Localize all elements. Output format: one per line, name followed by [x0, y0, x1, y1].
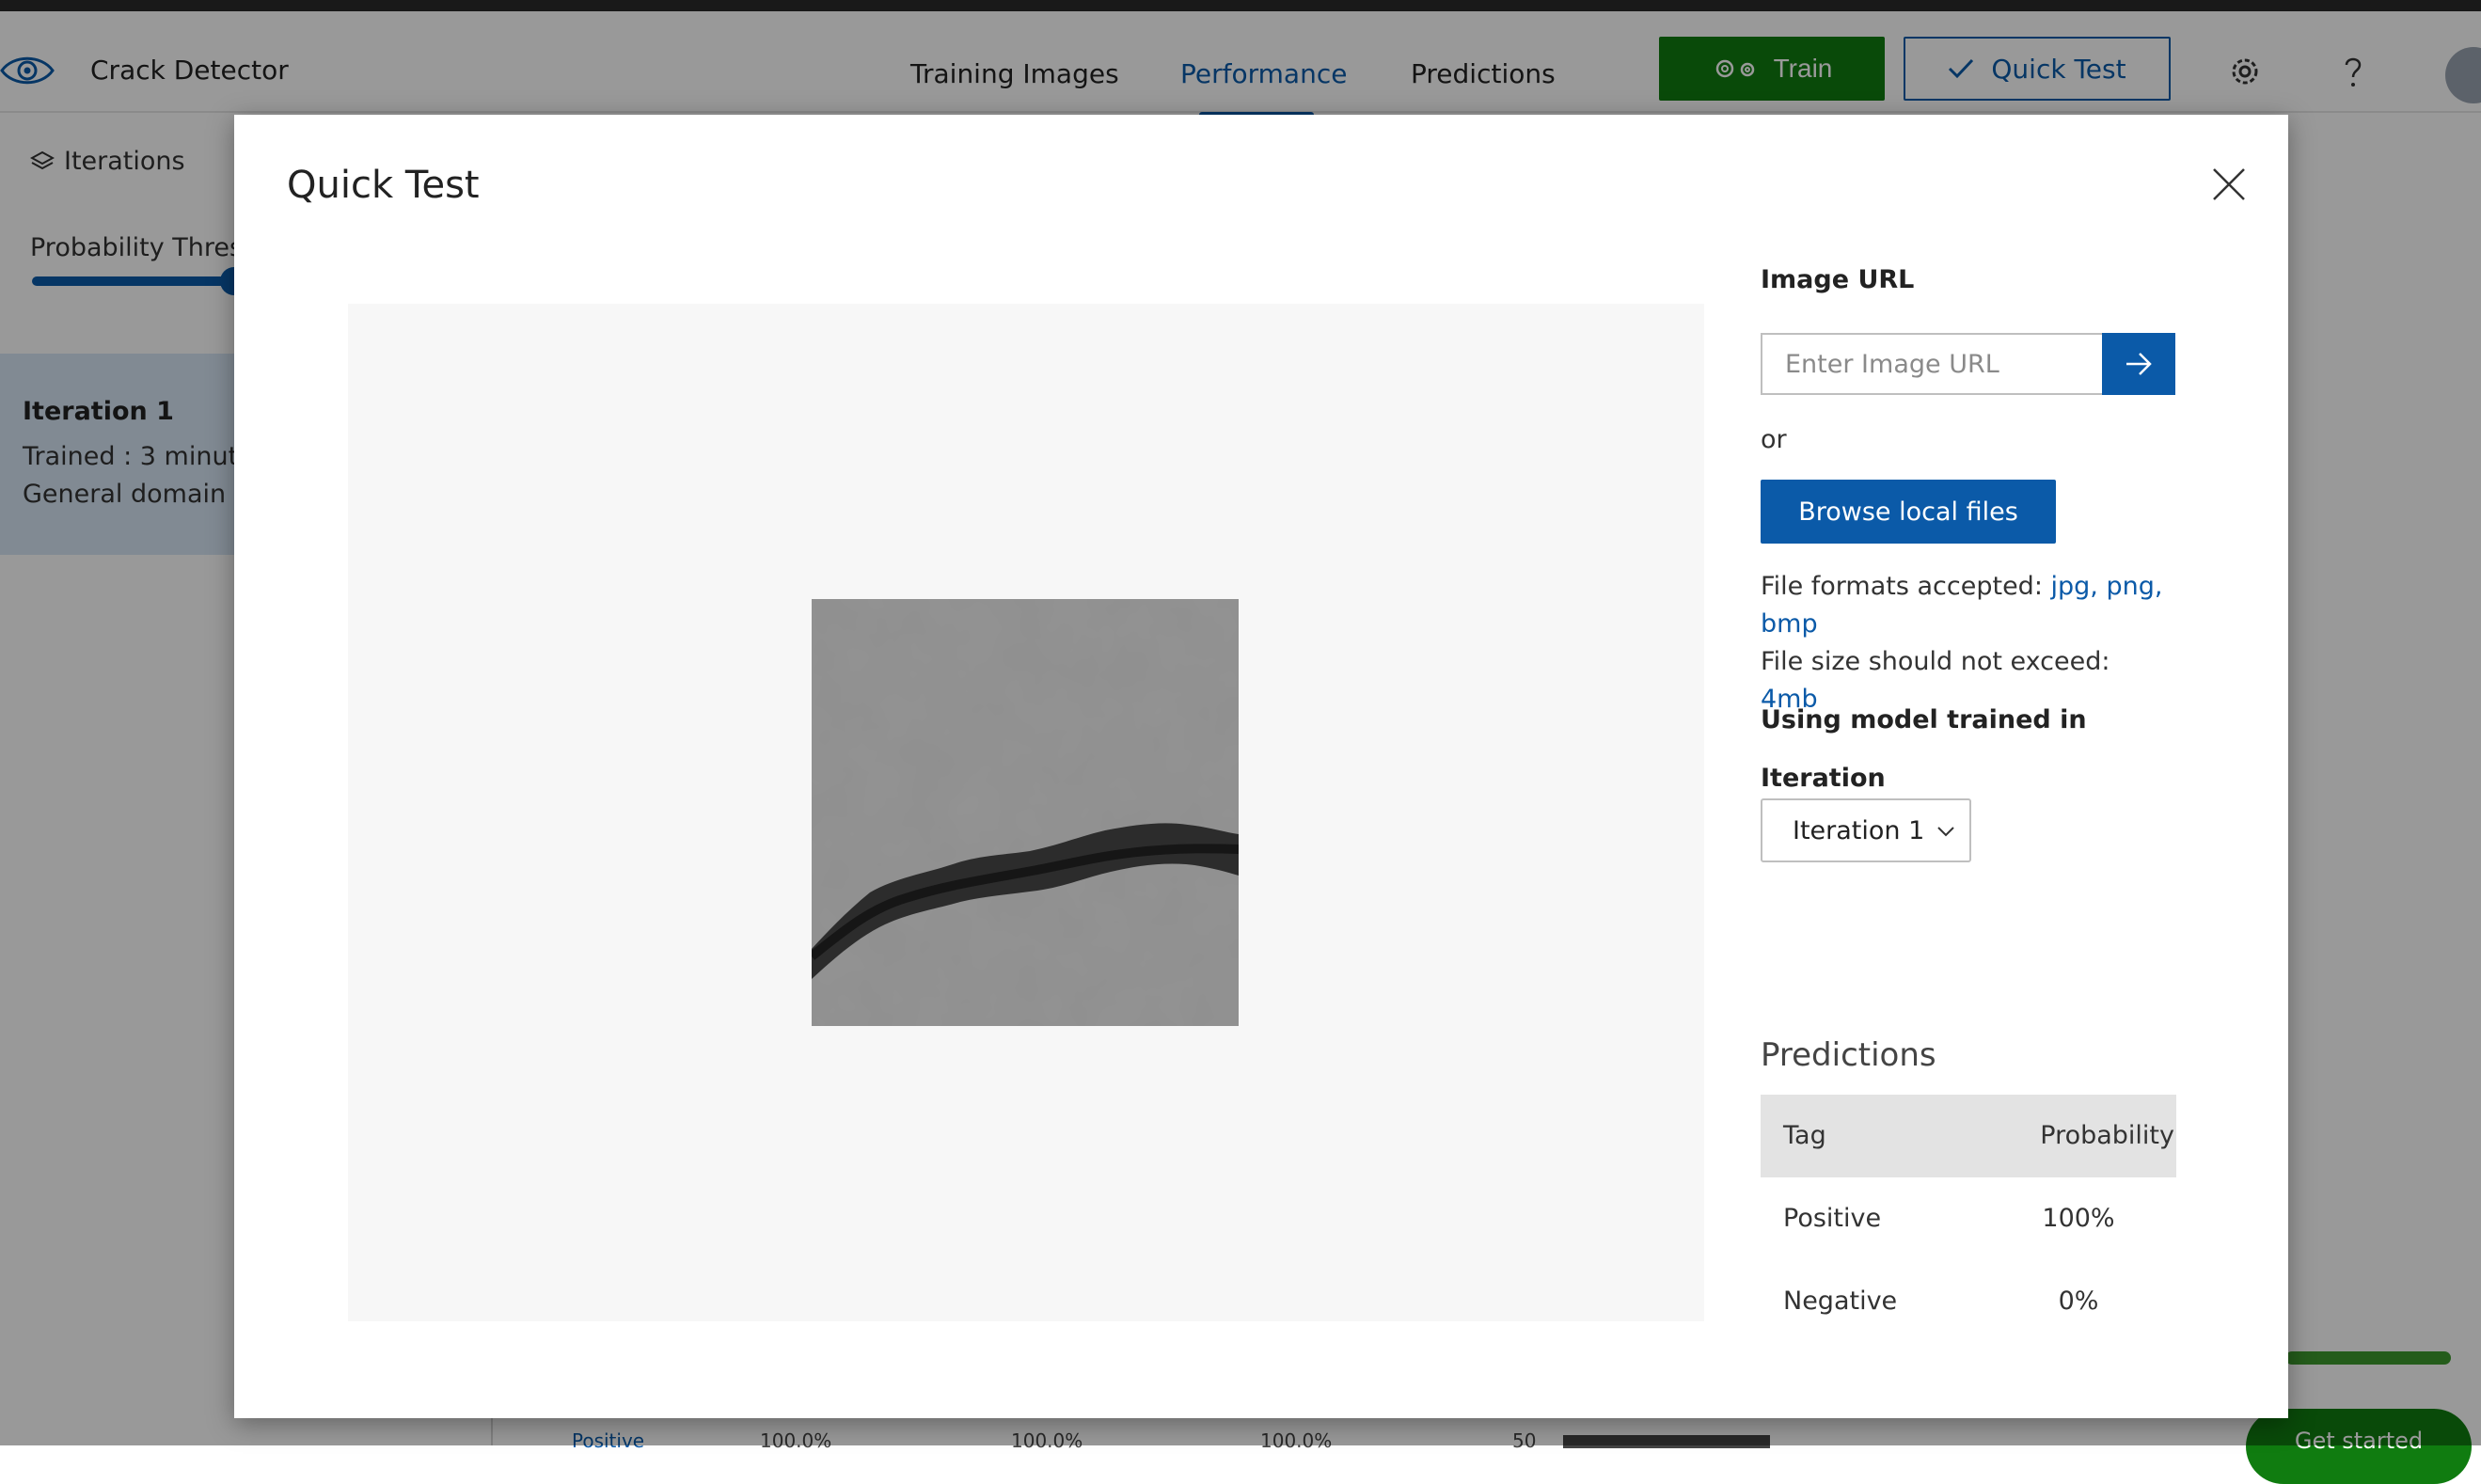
arrow-right-icon — [2126, 353, 2152, 375]
table-row: Negative 0% — [1761, 1260, 2176, 1343]
image-url-input[interactable] — [1761, 333, 2103, 395]
browse-local-files-button[interactable]: Browse local files — [1761, 480, 2056, 544]
chevron-down-icon — [1937, 827, 1954, 837]
quick-test-panel: Image URL or Browse local files File for… — [1761, 115, 2250, 1418]
file-requirements: File formats accepted: jpg, png, bmp Fil… — [1761, 568, 2174, 718]
table-row: Positive 100% — [1761, 1177, 2176, 1260]
iteration-dropdown-value: Iteration 1 — [1793, 815, 1925, 845]
or-label: or — [1761, 425, 1787, 454]
row-probability: 0% — [2058, 1287, 2099, 1316]
row-tag: Negative — [1783, 1287, 1898, 1316]
column-header-probability: Probability — [2040, 1121, 2174, 1150]
image-url-label: Image URL — [1761, 265, 1915, 294]
predictions-title: Predictions — [1761, 1036, 1936, 1074]
row-tag: Positive — [1783, 1204, 1882, 1233]
row-probability: 100% — [2042, 1204, 2115, 1233]
test-image-cracked-concrete — [812, 599, 1239, 1026]
column-header-tag: Tag — [1783, 1121, 1826, 1150]
dialog-title: Quick Test — [287, 164, 480, 207]
predictions-table: Tag Probability Positive 100% Negative 0… — [1761, 1095, 2176, 1343]
formats-prefix: File formats accepted: — [1761, 572, 2051, 601]
quick-test-dialog: Quick Test Image URL Enter Image URL or … — [234, 115, 2288, 1418]
table-header: Tag Probability — [1761, 1095, 2176, 1177]
submit-url-button[interactable] — [2102, 333, 2175, 395]
using-model-label: Using model trained in — [1761, 705, 2087, 734]
iteration-dropdown[interactable]: Iteration 1 — [1761, 798, 1971, 862]
size-prefix: File size should not exceed: — [1761, 647, 2110, 676]
image-preview-area — [348, 304, 1704, 1321]
iteration-label: Iteration — [1761, 764, 1886, 793]
